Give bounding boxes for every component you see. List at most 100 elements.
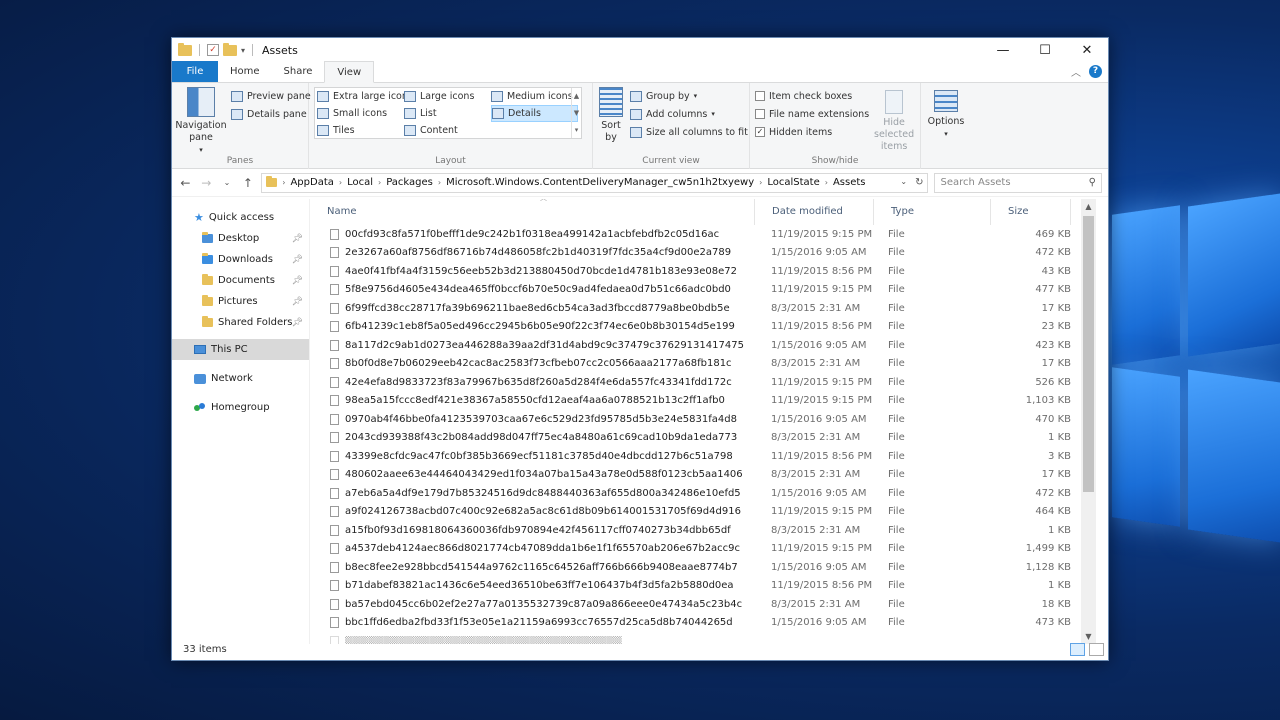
maximize-button[interactable]: ☐ — [1024, 38, 1066, 62]
nav-network[interactable]: Network — [172, 368, 309, 389]
file-name-extensions-toggle[interactable]: File name extensions — [755, 105, 869, 123]
nav-homegroup[interactable]: Homegroup — [172, 397, 309, 418]
breadcrumb-localstate[interactable]: LocalState — [767, 177, 819, 188]
checkbox-checked-icon: ✓ — [755, 127, 765, 137]
scrollbar-thumb[interactable] — [1083, 216, 1094, 492]
table-row[interactable]: 43399e8cfdc9ac47fc0bf385b3669ecf51181c37… — [310, 447, 1108, 466]
nav-desktop[interactable]: Desktop 📌︎ — [172, 228, 309, 249]
column-type[interactable]: Type — [874, 199, 991, 225]
layout-gallery-scroll[interactable]: ▲ ▼ ▾ — [571, 88, 581, 138]
size-cell: 17 KB — [1041, 302, 1071, 314]
breadcrumb-local[interactable]: Local — [347, 177, 373, 188]
table-row[interactable]: a9f024126738acbd07c400c92e682a5ac8c61d8b… — [310, 503, 1108, 522]
table-row[interactable]: bbc1ffd6edba2fbd33f1f53e05e1a21159a6993c… — [310, 614, 1108, 633]
table-row[interactable]: 6fb41239c1eb8f5a05ed496cc2945b6b05e90f22… — [310, 318, 1108, 337]
layout-small-icons[interactable]: Small icons — [317, 105, 404, 122]
table-row[interactable]: 00cfd93c8fa571f0befff1de9c242b1f0318ea49… — [310, 225, 1108, 244]
address-dropdown-icon[interactable]: ⌄ — [900, 177, 907, 188]
layout-tiles[interactable]: Tiles — [317, 122, 404, 139]
file-name-cell: 42e4efa8d9833723f83a79967b635d8f260a5d28… — [310, 376, 755, 388]
tab-home[interactable]: Home — [218, 61, 272, 82]
type-cell: File — [888, 524, 905, 536]
column-date-modified[interactable]: Date modified — [755, 199, 874, 225]
table-row[interactable]: a15fb0f93d169818064360036fdb970894e42f45… — [310, 521, 1108, 540]
column-size[interactable]: Size — [991, 199, 1071, 225]
layout-content[interactable]: Content — [404, 122, 491, 139]
table-row[interactable]: b71dabef83821ac1436c6e54eed36510be63ff7e… — [310, 577, 1108, 596]
scroll-up-icon[interactable]: ▲ — [1081, 199, 1096, 214]
table-row[interactable]: 42e4efa8d9833723f83a79967b635d8f260a5d28… — [310, 373, 1108, 392]
table-row[interactable]: 98ea5a15fccc8edf421e38367a58550cfd12aeaf… — [310, 392, 1108, 411]
type-cell: File — [888, 395, 905, 407]
refresh-icon[interactable]: ↻ — [915, 177, 923, 188]
hidden-items-toggle[interactable]: ✓ Hidden items — [755, 123, 869, 141]
back-arrow-icon[interactable]: ← — [178, 176, 193, 190]
group-label-current-view: Current view — [642, 156, 700, 166]
options-button[interactable]: Options ▾ — [926, 87, 966, 140]
tab-share[interactable]: Share — [272, 61, 325, 82]
type-cell: File — [888, 339, 905, 351]
customize-qat-icon[interactable]: ▾ — [241, 46, 245, 55]
size-cell: 23 KB — [1041, 321, 1071, 333]
address-bar[interactable]: › AppData › Local › Packages › Microsoft.Wi… — [261, 172, 929, 193]
table-row[interactable]: 8b0f0d8e7b06029eeb42cac8ac2583f73cfbeb07… — [310, 355, 1108, 374]
table-row[interactable]: 0970ab4f46bbe0fa4123539703caa67e6c529d23… — [310, 410, 1108, 429]
preview-pane-button[interactable]: Preview pane — [231, 87, 311, 105]
file-explorer-window: ✓ ▾ Assets — ☐ ✕ File Home Share View ︿ … — [171, 37, 1109, 661]
type-cell: File — [888, 506, 905, 518]
layout-large-icons[interactable]: Large icons — [404, 88, 491, 105]
help-icon[interactable]: ? — [1089, 65, 1102, 78]
ribbon-tabs: File Home Share View ︿ ? — [172, 61, 1108, 83]
size-all-columns-button[interactable]: Size all columns to fit — [630, 123, 748, 141]
breadcrumb-assets[interactable]: Assets — [833, 177, 866, 188]
nav-shared-folders[interactable]: Shared Folders 📌︎ — [172, 312, 309, 333]
nav-this-pc[interactable]: This PC — [172, 339, 309, 360]
layout-medium-icons[interactable]: Medium icons — [491, 88, 578, 105]
details-view-toggle-icon[interactable] — [1070, 642, 1085, 656]
up-arrow-icon[interactable]: ↑ — [240, 176, 255, 190]
breadcrumb-appdata[interactable]: AppData — [290, 177, 333, 188]
group-by-button[interactable]: Group by ▾ — [630, 87, 748, 105]
table-row[interactable]: 5f8e9756d4605e434dea465ff0bccf6b70e50c9a… — [310, 281, 1108, 300]
nav-quick-access[interactable]: ★ Quick access — [172, 207, 309, 228]
minimize-button[interactable]: — — [982, 38, 1024, 62]
layout-details[interactable]: Details — [491, 105, 578, 122]
table-row[interactable]: b8ec8fee2e928bbcd541544a9762c1165c64526a… — [310, 558, 1108, 577]
forward-arrow-icon[interactable]: → — [199, 176, 214, 190]
details-pane-button[interactable]: Details pane — [231, 105, 311, 123]
collapse-ribbon-icon[interactable]: ︿ — [1071, 64, 1081, 79]
group-label-layout: Layout — [435, 156, 466, 166]
layout-list[interactable]: List — [404, 105, 491, 122]
new-folder-icon[interactable] — [223, 42, 237, 56]
table-row[interactable]: 2043cd939388f43c2b084add98d047ff75ec4a84… — [310, 429, 1108, 448]
table-row[interactable]: ba57ebd045cc6b02ef2e27a77a0135532739c87a… — [310, 595, 1108, 614]
vertical-scrollbar[interactable]: ▲ ▼ — [1081, 199, 1096, 644]
layout-extra-large-icons[interactable]: Extra large icons — [317, 88, 413, 105]
tab-file[interactable]: File — [172, 61, 218, 82]
table-row[interactable]: a4537deb4124aec866d8021774cb47089dda1b6e… — [310, 540, 1108, 559]
nav-pictures[interactable]: Pictures 📌︎ — [172, 291, 309, 312]
breadcrumb-contentdeliverymanager[interactable]: Microsoft.Windows.ContentDeliveryManager… — [446, 177, 754, 188]
nav-documents[interactable]: Documents 📌︎ — [172, 270, 309, 291]
close-button[interactable]: ✕ — [1066, 38, 1108, 62]
size-cell: 1 KB — [1048, 580, 1071, 592]
large-icons-view-toggle-icon[interactable] — [1089, 642, 1104, 656]
type-cell: File — [888, 598, 905, 610]
item-check-boxes-toggle[interactable]: Item check boxes — [755, 87, 869, 105]
nav-downloads[interactable]: Downloads 📌︎ — [172, 249, 309, 270]
table-row[interactable]: 2e3267a60af8756df86716b74d486058fc2b1d40… — [310, 244, 1108, 263]
table-row[interactable]: 4ae0f41fbf4a4f3159c56eeb52b3d213880450d7… — [310, 262, 1108, 281]
table-row[interactable]: a7eb6a5a4df9e179d7b85324516d9dc848844036… — [310, 484, 1108, 503]
recent-locations-icon[interactable]: ⌄ — [220, 178, 235, 187]
add-columns-button[interactable]: Add columns ▾ — [630, 105, 748, 123]
table-row[interactable]: 8a117d2c9ab1d0273ea446288a39aa2df31d4abd… — [310, 336, 1108, 355]
column-name[interactable]: Name — [310, 199, 755, 225]
search-input[interactable]: Search Assets ⚲ — [934, 172, 1102, 193]
title-bar: ✓ ▾ Assets — ☐ ✕ — [172, 38, 1108, 62]
table-row[interactable]: 480602aaee63e44464043429ed1f034a07ba15a4… — [310, 466, 1108, 485]
table-row[interactable]: 6f99ffcd38cc28717fa39b696211bae8ed6cb54c… — [310, 299, 1108, 318]
breadcrumb-packages[interactable]: Packages — [386, 177, 433, 188]
file-icon — [330, 524, 339, 536]
properties-icon[interactable]: ✓ — [207, 44, 219, 56]
tab-view[interactable]: View — [324, 61, 375, 83]
